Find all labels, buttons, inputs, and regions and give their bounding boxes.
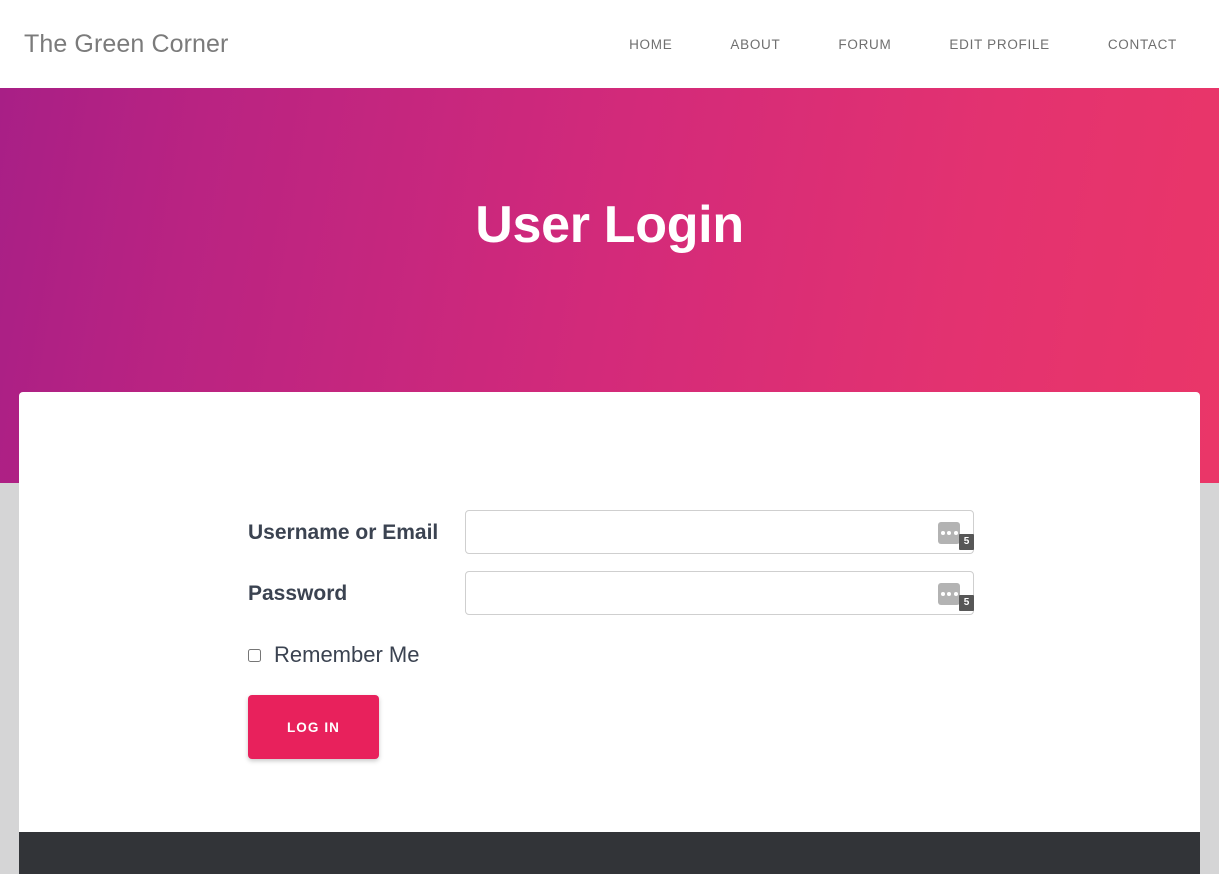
password-input[interactable] (465, 571, 974, 615)
nav-item-about[interactable]: ABOUT (701, 27, 809, 62)
page-root: The Green Corner HOME ABOUT FORUM EDIT P… (0, 0, 1219, 874)
site-header: The Green Corner HOME ABOUT FORUM EDIT P… (0, 0, 1219, 88)
page-title: User Login (475, 196, 744, 254)
three-dots-icon[interactable] (938, 583, 960, 605)
site-footer (19, 832, 1200, 874)
three-dots-icon[interactable] (938, 522, 960, 544)
content-card: Username or Email 5 Password 5 Remember … (19, 392, 1200, 832)
username-input[interactable] (465, 510, 974, 554)
login-form: Username or Email 5 Password 5 Remember … (248, 510, 1048, 759)
login-button[interactable]: LOG IN (248, 695, 379, 759)
password-label: Password (248, 582, 348, 605)
remember-me-label[interactable]: Remember Me (274, 644, 419, 666)
nav-item-edit-profile[interactable]: EDIT PROFILE (920, 27, 1078, 62)
username-row: Username or Email 5 (248, 510, 1048, 554)
password-field-wrap: 5 (465, 571, 974, 615)
remember-me-checkbox[interactable] (248, 648, 261, 662)
site-title: The Green Corner (24, 29, 229, 58)
username-field-wrap: 5 (465, 510, 974, 554)
nav-item-home[interactable]: HOME (600, 27, 701, 62)
remember-me-row: Remember Me (248, 644, 1048, 666)
username-label: Username or Email (248, 521, 439, 544)
nav-item-forum[interactable]: FORUM (809, 27, 920, 62)
password-manager-badge[interactable]: 5 (959, 534, 974, 550)
main-navigation: HOME ABOUT FORUM EDIT PROFILE CONTACT (600, 27, 1195, 62)
nav-item-contact[interactable]: CONTACT (1079, 27, 1189, 62)
password-manager-badge[interactable]: 5 (959, 595, 974, 611)
password-row: Password 5 (248, 571, 1048, 615)
